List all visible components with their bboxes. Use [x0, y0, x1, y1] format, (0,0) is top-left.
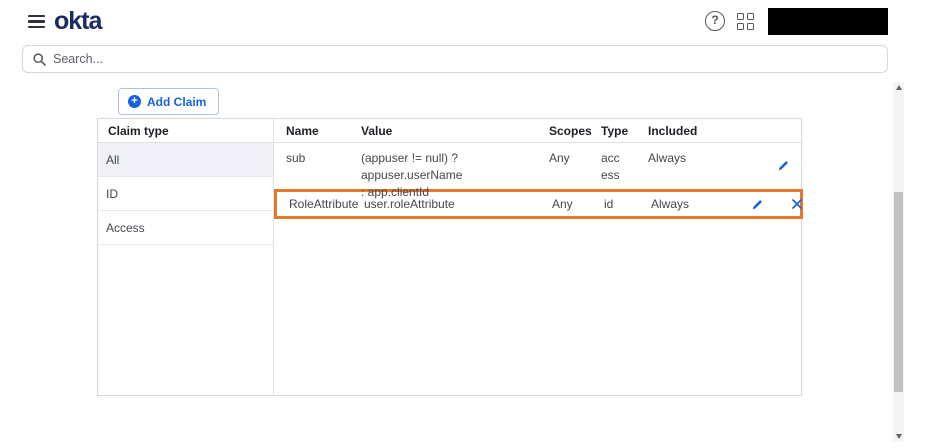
claims-table: Name Value Scopes Type Included sub (app… [274, 119, 803, 395]
claim-type-item-access[interactable]: Access [98, 211, 273, 245]
cell-type: id [604, 197, 614, 211]
value-line: (appuser != null) ? appuser.userName [361, 151, 463, 182]
claim-type-item-id[interactable]: ID [98, 177, 273, 211]
table-row-sub[interactable]: sub (appuser != null) ? appuser.userName… [274, 143, 803, 199]
scrollbar-thumb[interactable] [894, 192, 903, 392]
okta-logo[interactable]: okta [54, 7, 102, 36]
table-row-roleattribute-highlighted[interactable]: RoleAttribute user.roleAttribute Any id … [274, 189, 803, 219]
claims-panel: Claim type All ID Access Name Value Scop… [97, 118, 803, 396]
plus-circle-icon: + [128, 95, 141, 108]
claim-type-column: Claim type All ID Access [98, 119, 274, 395]
cell-scopes: Any [552, 197, 573, 211]
top-bar: okta ? [0, 0, 925, 44]
cell-included: Always [651, 197, 690, 211]
claims-table-header: Name Value Scopes Type Included [274, 119, 803, 143]
col-header-value: Value [361, 124, 393, 138]
claim-type-item-all[interactable]: All [98, 143, 273, 177]
scroll-up-arrow-icon[interactable] [893, 82, 904, 93]
col-header-type: Type [601, 124, 629, 138]
global-search-bar[interactable] [22, 45, 888, 73]
claim-type-header: Claim type [98, 119, 273, 143]
account-menu-redacted-block[interactable] [768, 8, 888, 35]
cell-value: user.roleAttribute [364, 197, 455, 211]
search-icon [33, 52, 46, 66]
add-claim-button[interactable]: + Add Claim [118, 88, 220, 115]
add-claim-label: Add Claim [147, 94, 207, 109]
app-grid-icon[interactable] [737, 13, 754, 30]
delete-x-icon[interactable] [790, 197, 804, 211]
cell-name: RoleAttribute [289, 197, 359, 211]
scroll-down-arrow-icon[interactable] [893, 431, 904, 442]
question-mark-icon: ? [711, 13, 719, 27]
cell-actions [735, 150, 803, 201]
hamburger-menu-icon[interactable] [28, 15, 45, 28]
help-button[interactable]: ? [705, 11, 725, 31]
edit-pencil-icon[interactable] [750, 197, 764, 211]
col-header-name: Name [286, 124, 319, 138]
okta-admin-screen: okta ? + Add Claim Claim type All ID Acc… [0, 0, 925, 448]
col-header-scopes: Scopes [549, 124, 592, 138]
vertical-scrollbar[interactable] [893, 82, 904, 442]
search-input[interactable] [53, 52, 887, 66]
col-header-included: Included [648, 124, 698, 138]
edit-pencil-icon[interactable] [776, 158, 790, 172]
cell-actions [738, 197, 817, 211]
